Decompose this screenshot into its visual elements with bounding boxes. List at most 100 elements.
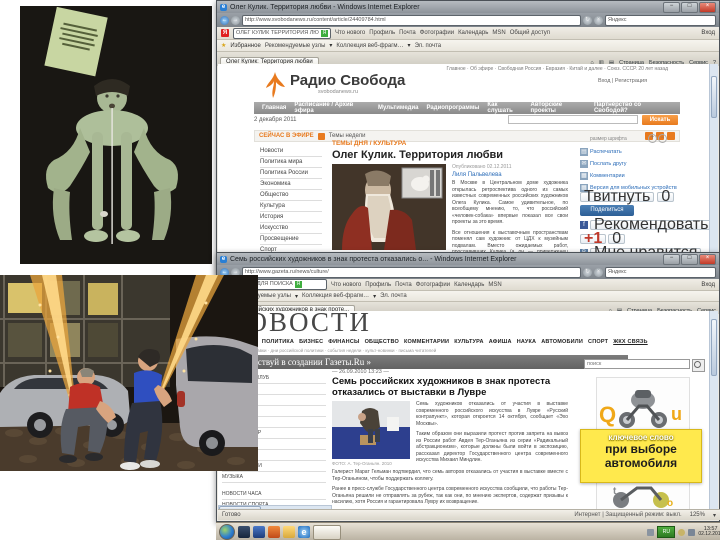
font-increase-icon[interactable]: + bbox=[648, 134, 657, 143]
maximize-button[interactable]: □ bbox=[681, 1, 698, 13]
folder-icon[interactable] bbox=[283, 526, 295, 538]
ad-text-panel[interactable]: ключевое слово при выборе автомобиля bbox=[580, 429, 702, 483]
favorites-label[interactable]: Избранное bbox=[230, 43, 260, 49]
favorites-item[interactable]: Эл. почта bbox=[415, 43, 442, 49]
utility-link[interactable]: Союз. СССР. 20 лет назад bbox=[607, 66, 668, 72]
window2-scrollbar[interactable] bbox=[709, 311, 718, 512]
toolbar-link[interactable]: MSN bbox=[492, 30, 505, 36]
nav-item[interactable]: Партнёрство со Свободой? bbox=[594, 102, 672, 114]
participate-banner[interactable]: Участвуй в создании Газеты.Ru » bbox=[224, 355, 628, 369]
close-button[interactable]: × bbox=[699, 1, 716, 13]
url-input[interactable]: http://www.gazeta.ru/news/culture/ bbox=[242, 266, 581, 278]
internet-explorer-icon[interactable]: e bbox=[298, 526, 310, 538]
close-button[interactable]: × bbox=[699, 253, 716, 265]
tweet-button[interactable]: Твитнуть bbox=[580, 189, 655, 205]
onair-link[interactable]: Темы недели bbox=[329, 133, 366, 139]
stop-icon[interactable]: × bbox=[594, 267, 603, 277]
sidebar-item[interactable]: Политика России bbox=[260, 168, 322, 179]
toolbar-link[interactable]: Фотографии bbox=[420, 30, 454, 36]
star-icon[interactable]: ★ bbox=[221, 42, 226, 49]
sidebar-item[interactable]: Новости bbox=[260, 146, 322, 157]
nav-item[interactable]: Авторские проекты bbox=[531, 102, 586, 114]
sidebar-item[interactable]: Экономика bbox=[260, 179, 322, 190]
plusone-button[interactable]: +1 bbox=[580, 231, 607, 247]
minimize-button[interactable]: − bbox=[663, 1, 680, 13]
toolbar-link[interactable]: Календарь bbox=[454, 282, 484, 288]
maximize-button[interactable]: □ bbox=[681, 253, 698, 265]
toolbar-link[interactable]: Общий доступ bbox=[510, 30, 550, 36]
toolbar-link[interactable]: Профиль bbox=[369, 30, 395, 36]
stop-icon[interactable]: × bbox=[594, 15, 603, 25]
tray-icon[interactable] bbox=[647, 528, 655, 536]
utility-link[interactable]: Главное bbox=[447, 66, 466, 72]
taskbar-clock[interactable]: 13:57 02.12.2011 bbox=[698, 526, 720, 538]
author-link[interactable]: Лиля Пальвелева bbox=[452, 172, 568, 178]
window1-titlebar[interactable]: e Олег Кулик. Территория любви - Windows… bbox=[217, 1, 719, 13]
utility-link[interactable]: Свободная Россия bbox=[498, 66, 541, 72]
taskbar-window-button[interactable] bbox=[313, 524, 341, 540]
yandex-icon[interactable]: Я bbox=[221, 29, 229, 37]
toolbar-login-link[interactable]: Вход bbox=[701, 30, 715, 36]
favorites-item[interactable]: Рекомендуемые узлы bbox=[265, 43, 326, 49]
sidebar-item[interactable]: Общество bbox=[260, 190, 322, 201]
share-link[interactable]: Комментарии bbox=[590, 173, 625, 179]
toolbar-link[interactable]: Что нового bbox=[335, 30, 365, 36]
share-link[interactable]: Распечатать bbox=[590, 149, 622, 155]
yandex-share-button[interactable]: Поделиться bbox=[580, 205, 634, 216]
sidebar-item[interactable]: Просвещение bbox=[260, 234, 322, 245]
forward-icon[interactable]: → bbox=[231, 15, 240, 25]
nav-item[interactable]: Главная bbox=[262, 105, 286, 111]
font-decrease-icon[interactable]: − bbox=[658, 134, 667, 143]
nav-item[interactable]: ФИНАНСЫ bbox=[328, 339, 359, 345]
toolbar-link[interactable]: Что нового bbox=[331, 282, 361, 288]
gazeta-subnav[interactable]: выборы · отставки · дни российской полит… bbox=[228, 348, 436, 353]
sidebar-item[interactable]: Искусство bbox=[260, 223, 322, 234]
quicklaunch-app-icon[interactable] bbox=[238, 526, 250, 538]
rss-icon[interactable] bbox=[667, 132, 675, 140]
nav-item-highlight[interactable]: ЖКХ СВЯЗЬ bbox=[613, 339, 647, 345]
favorites-item[interactable]: Эл. почта bbox=[380, 293, 407, 299]
facebook-button[interactable]: Рекомендовать bbox=[590, 217, 712, 233]
tray-icon[interactable] bbox=[688, 528, 696, 536]
sidebar-item[interactable]: МУЗЫКА bbox=[222, 472, 326, 483]
share-link[interactable]: Послать другу bbox=[590, 161, 627, 167]
utility-link[interactable]: Об эфире bbox=[470, 66, 493, 72]
favorites-item[interactable]: Коллекция веб-фрагм… bbox=[336, 43, 403, 49]
browser-search-input[interactable]: Яндекс bbox=[605, 266, 716, 278]
nav-item[interactable]: КОММЕНТАРИИ bbox=[404, 339, 449, 345]
nav-item[interactable]: АВТОМОБИЛИ bbox=[541, 339, 583, 345]
gazeta-search-button[interactable] bbox=[692, 359, 705, 372]
zoom-level[interactable]: 125% bbox=[690, 512, 705, 518]
nav-item[interactable]: НАУКА bbox=[517, 339, 537, 345]
sidebar-item[interactable]: Политика мира bbox=[260, 157, 322, 168]
browser-search-input[interactable]: Яндекс bbox=[605, 14, 716, 26]
nav-item[interactable]: Радиопрограммы bbox=[427, 105, 480, 111]
favorites-item[interactable]: Коллекция веб-фрагм… bbox=[302, 293, 369, 299]
nav-item[interactable]: АФИША bbox=[489, 339, 512, 345]
sidebar-item[interactable]: История bbox=[260, 212, 322, 223]
utility-link[interactable]: Евразия bbox=[546, 66, 565, 72]
language-indicator[interactable]: RU bbox=[657, 526, 676, 538]
nav-item[interactable]: КУЛЬТУРА bbox=[454, 339, 484, 345]
site-title[interactable]: Радио Свобода bbox=[290, 72, 405, 89]
auth-links[interactable]: Вход | Регистрация bbox=[598, 78, 647, 84]
nav-item[interactable]: Мультимедиа bbox=[378, 105, 418, 111]
toolbar-link[interactable]: Почта bbox=[395, 282, 412, 288]
refresh-icon[interactable]: ↻ bbox=[583, 267, 592, 277]
start-button[interactable] bbox=[219, 524, 235, 540]
window1-scrollbar[interactable] bbox=[709, 64, 718, 275]
nav-item[interactable]: БИЗНЕС bbox=[299, 339, 323, 345]
sidebar-item[interactable]: Культура bbox=[260, 201, 322, 212]
utility-link[interactable]: Китай и далее bbox=[569, 66, 602, 72]
site-search-button[interactable]: Искать bbox=[642, 115, 678, 125]
nav-item[interactable]: СПОРТ bbox=[588, 339, 608, 345]
sidebar-link[interactable]: НОВОСТИ ЧАСА bbox=[222, 489, 326, 500]
back-icon[interactable]: ← bbox=[220, 15, 229, 25]
toolbar-search-input[interactable]: ОЛЕГ КУЛИК ТЕРРИТОРИЯ ЛЮ Я bbox=[233, 27, 331, 39]
toolbar-link[interactable]: Календарь bbox=[458, 30, 488, 36]
media-player-icon[interactable] bbox=[253, 526, 265, 538]
nav-item[interactable]: ПОЛИТИКА bbox=[262, 339, 294, 345]
toolbar-login-link[interactable]: Вход bbox=[701, 282, 715, 288]
toolbar-link[interactable]: Профиль bbox=[365, 282, 391, 288]
toolbar-link[interactable]: Почта bbox=[399, 30, 416, 36]
